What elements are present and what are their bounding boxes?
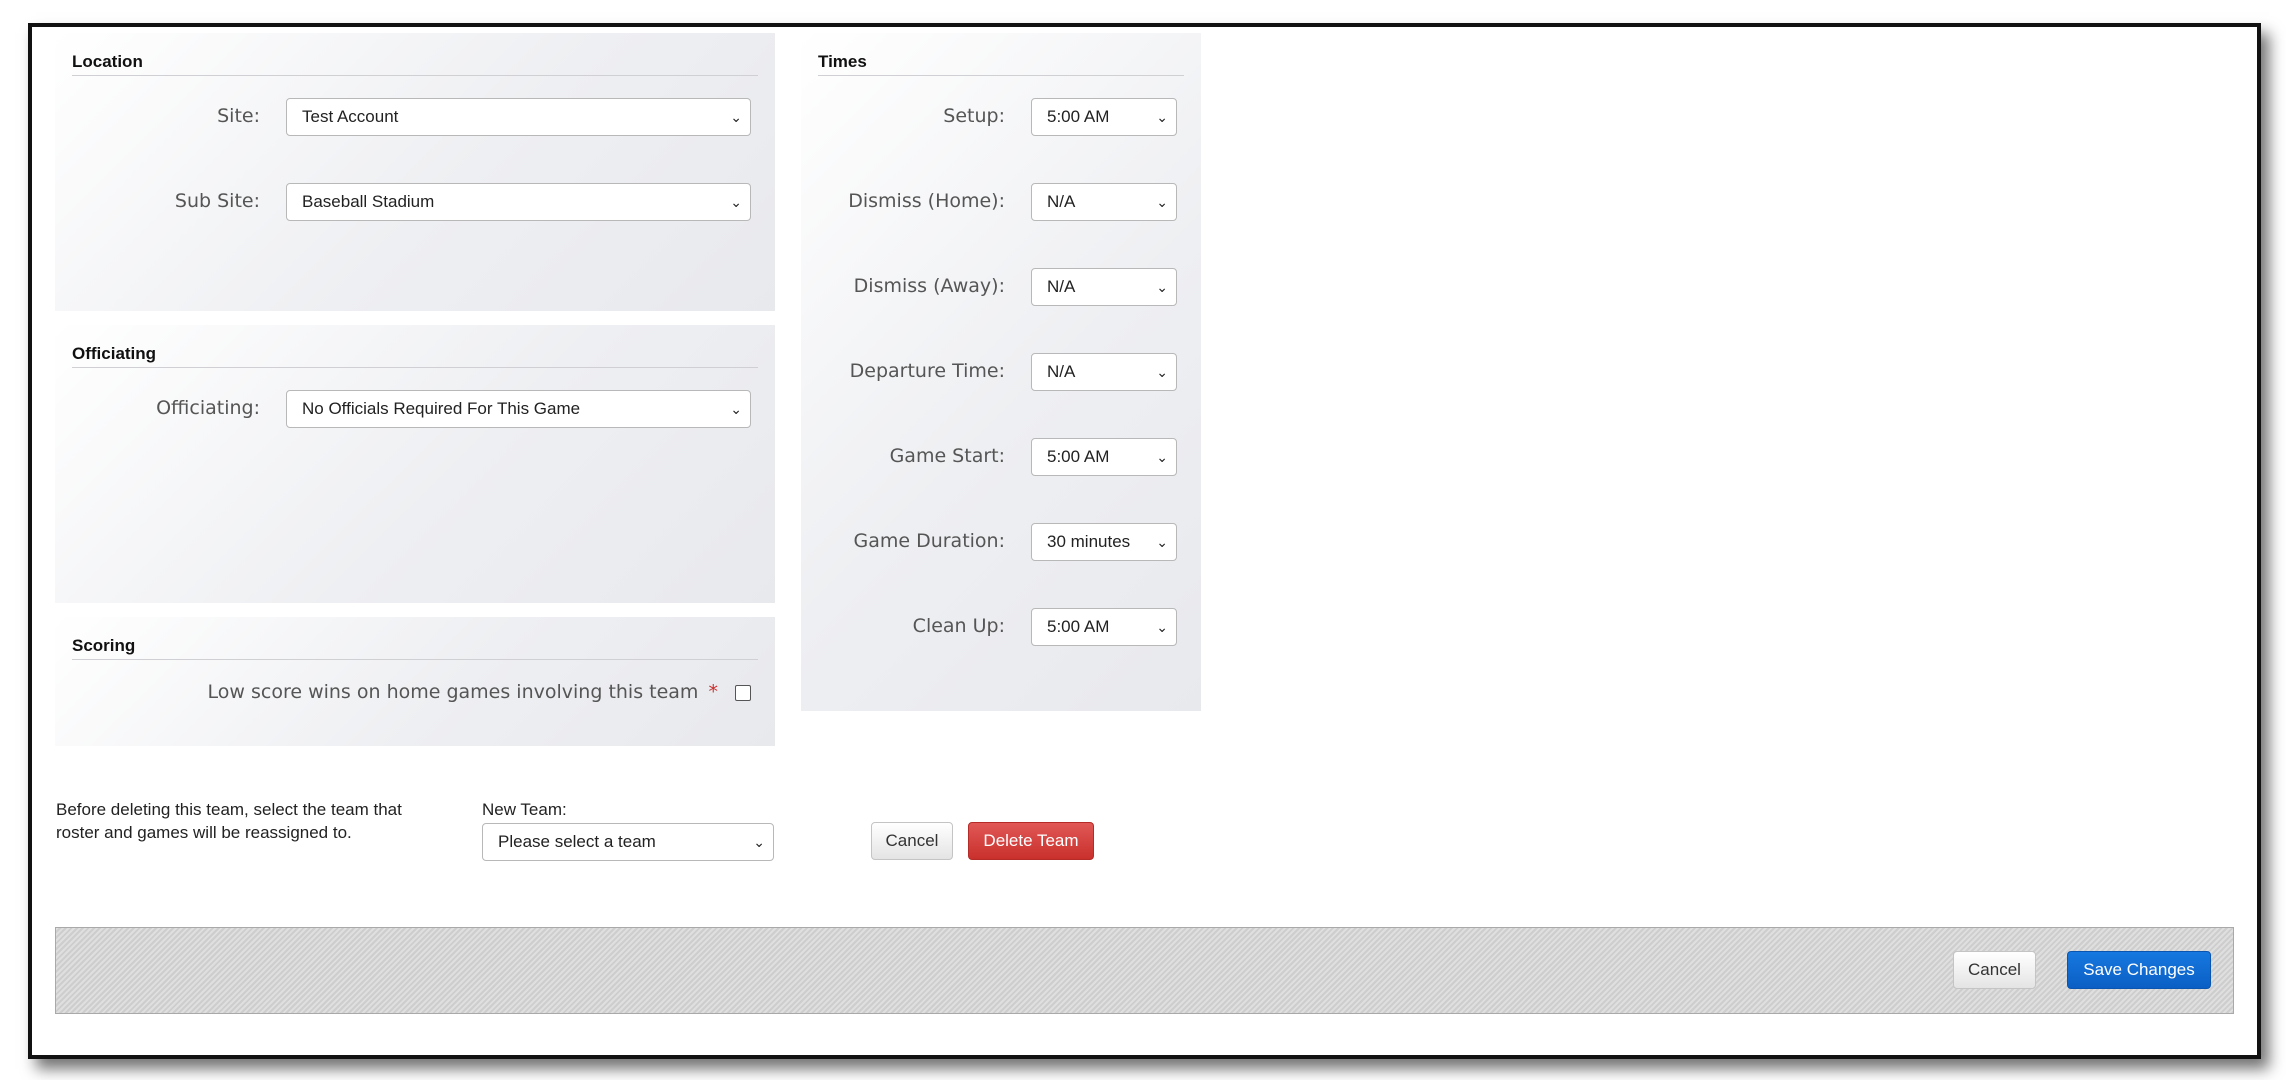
chevron-down-icon: ⌄ [1156,449,1168,465]
location-section-title: Location [72,52,758,76]
clean-up-select-value: 5:00 AM [1047,617,1110,636]
footer-cancel-button[interactable]: Cancel [1953,951,2036,989]
delete-team-button[interactable]: Delete Team [968,822,1094,860]
officiating-select[interactable]: No Officials Required For This Game ⌄ [286,390,751,428]
new-team-label: New Team: [482,800,567,819]
subsite-select[interactable]: Baseball Stadium ⌄ [286,183,751,221]
game-start-select-value: 5:00 AM [1047,447,1110,466]
departure-time-label: Departure Time: [849,360,1005,382]
game-start-select[interactable]: 5:00 AM ⌄ [1031,438,1177,476]
chevron-down-icon: ⌄ [753,834,765,850]
chevron-down-icon: ⌄ [730,194,742,210]
site-label: Site: [217,105,260,127]
site-select-value: Test Account [302,107,399,126]
game-duration-select[interactable]: 30 minutes ⌄ [1031,523,1177,561]
chevron-down-icon: ⌄ [1156,619,1168,635]
dismiss-away-select-value: N/A [1047,277,1076,296]
departure-time-select-value: N/A [1047,362,1076,381]
times-section-title: Times [818,52,1184,76]
dismiss-away-select[interactable]: N/A ⌄ [1031,268,1177,306]
modal-footer [55,927,2234,1014]
dismiss-home-select[interactable]: N/A ⌄ [1031,183,1177,221]
chevron-down-icon: ⌄ [730,401,742,417]
dismiss-home-select-value: N/A [1047,192,1076,211]
clean-up-label: Clean Up: [912,615,1005,637]
officiating-section-title: Officiating [72,344,758,368]
chevron-down-icon: ⌄ [1156,194,1168,210]
delete-instruction-line1: Before deleting this team, select the te… [56,800,402,819]
subsite-label: Sub Site: [174,190,260,212]
officiating-label: Officiating: [156,397,260,419]
setup-label: Setup: [943,105,1005,127]
save-changes-button[interactable]: Save Changes [2067,951,2211,989]
new-team-select-value: Please select a team [498,832,656,851]
scoring-panel: Scoring Low score wins on home games inv… [55,617,775,746]
chevron-down-icon: ⌄ [1156,364,1168,380]
site-select[interactable]: Test Account ⌄ [286,98,751,136]
low-score-label-text: Low score wins on home games involving t… [207,681,699,703]
game-duration-label: Game Duration: [853,530,1005,552]
chevron-down-icon: ⌄ [1156,534,1168,550]
chevron-down-icon: ⌄ [1156,109,1168,125]
clean-up-select[interactable]: 5:00 AM ⌄ [1031,608,1177,646]
new-team-select[interactable]: Please select a team ⌄ [482,823,774,861]
game-start-label: Game Start: [889,445,1005,467]
low-score-label: Low score wins on home games involving t… [208,681,718,703]
subsite-select-value: Baseball Stadium [302,192,435,211]
dismiss-away-label: Dismiss (Away): [853,275,1005,297]
location-panel: Location Site: Test Account ⌄ Sub Site: … [55,33,775,311]
setup-select[interactable]: 5:00 AM ⌄ [1031,98,1177,136]
setup-select-value: 5:00 AM [1047,107,1110,126]
dismiss-home-label: Dismiss (Home): [848,190,1005,212]
low-score-checkbox[interactable] [735,685,751,701]
times-panel: Times Setup: 5:00 AM ⌄ Dismiss (Home): N… [801,33,1201,711]
officiating-select-value: No Officials Required For This Game [302,399,581,418]
game-duration-select-value: 30 minutes [1047,532,1131,551]
chevron-down-icon: ⌄ [730,109,742,125]
delete-cancel-button[interactable]: Cancel [871,822,953,860]
delete-instruction-line2: roster and games will be reassigned to. [56,823,352,842]
required-marker: * [708,681,719,703]
chevron-down-icon: ⌄ [1156,279,1168,295]
scoring-section-title: Scoring [72,636,758,660]
officiating-panel: Officiating Officiating: No Officials Re… [55,325,775,603]
departure-time-select[interactable]: N/A ⌄ [1031,353,1177,391]
